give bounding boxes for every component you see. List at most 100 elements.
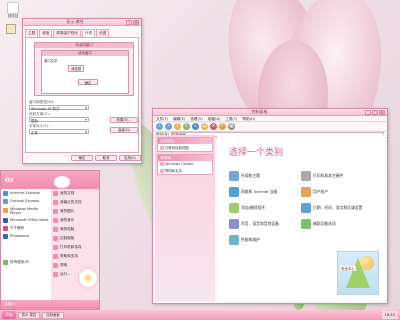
place-my-computer[interactable]: 我的电脑 <box>51 225 99 234</box>
display-properties-window: 显示 属性 ? × 主题 桌面 屏幕保护程序 外观 设置 非活动窗口 活动窗口 … <box>22 18 142 164</box>
ok-button[interactable]: 确定 <box>71 155 93 161</box>
program-ie[interactable]: Internet Explorer <box>1 189 51 197</box>
program-label: Windows Media Player <box>10 206 38 215</box>
window-title: 控制面板 <box>251 109 268 114</box>
printer-icon <box>53 245 58 250</box>
add-remove-icon <box>229 203 239 213</box>
color-scheme-select[interactable]: 银色 <box>29 117 89 123</box>
menu-favorites[interactable]: 收藏(A) <box>208 117 220 121</box>
place-label: 搜索 <box>60 263 68 267</box>
logoff-button[interactable]: 注销(L) <box>4 302 16 307</box>
place-label: 我的电脑 <box>60 227 75 231</box>
menu-file[interactable]: 文件(F) <box>156 117 168 121</box>
place-my-music[interactable]: 我的音乐 <box>51 216 99 225</box>
place-recent-documents[interactable]: 我最近的文档 <box>51 198 99 207</box>
menu-view[interactable]: 查看(V) <box>190 117 202 121</box>
quick-launch-icon[interactable] <box>6 24 16 34</box>
menu-help[interactable]: 帮助(H) <box>242 117 255 121</box>
refresh-icon[interactable]: ↻ <box>183 123 190 130</box>
undo-icon[interactable]: ↶ <box>219 123 226 130</box>
desktop-icon-recycle-bin[interactable]: 回收站 <box>4 2 22 19</box>
category-user-accounts[interactable]: 用户帐户 <box>301 187 383 197</box>
folders-icon[interactable]: ▤ <box>201 123 208 130</box>
delete-icon[interactable]: × <box>210 123 217 130</box>
task-pane: 控制面板 切换到经典视图 请参阅 Windows Update 帮助和支持 <box>155 135 215 301</box>
preview-ok-button: 确定 <box>78 79 98 85</box>
title-bar[interactable]: 显示 属性 ? × <box>23 19 141 26</box>
category-label: 网络和 Internet 连接 <box>241 189 278 194</box>
tab-appearance[interactable]: 外观 <box>81 29 96 37</box>
run-icon <box>53 272 58 277</box>
switch-classic-view-link[interactable]: 切换到经典视图 <box>158 144 212 151</box>
program-word[interactable]: Microsoft Office Word <box>1 216 51 224</box>
effects-button[interactable]: 效果(E)... <box>110 117 138 123</box>
place-printers[interactable]: 打印机和传真 <box>51 243 99 252</box>
back-icon[interactable]: ‹ <box>156 123 163 130</box>
network-icon <box>229 187 239 197</box>
place-label: 我的音乐 <box>60 218 75 222</box>
category-date-time[interactable]: 日期、时间、语言和区域设置 <box>301 203 389 213</box>
close-button[interactable]: × <box>379 109 385 115</box>
link-label: 切换到经典视图 <box>165 146 189 150</box>
page-title: 选择一个类别 <box>229 148 284 158</box>
place-control-panel[interactable]: 控制面板 <box>51 234 99 243</box>
message-box-sample: 消息框 <box>68 65 85 72</box>
place-my-pictures[interactable]: 我的图片 <box>51 207 99 216</box>
category-label: 外观和主题 <box>241 173 260 178</box>
tab-screensaver[interactable]: 屏幕保护程序 <box>53 29 81 37</box>
tab-settings[interactable]: 设置 <box>96 29 110 37</box>
folder-icon <box>53 191 58 196</box>
security-center-label[interactable]: 安全中心 <box>340 266 356 271</box>
close-button[interactable]: × <box>133 19 139 25</box>
up-folder-icon[interactable]: ↑ <box>174 123 181 130</box>
place-label: 我最近的文档 <box>60 200 82 204</box>
program-photoshop[interactable]: Photoshop <box>1 232 51 240</box>
recycle-bin-icon <box>7 2 19 14</box>
category-appearance[interactable]: 外观和主题 <box>229 171 311 181</box>
active-window-preview: 活动窗口 窗口文字 消息框 确定 <box>41 50 129 94</box>
all-programs[interactable]: 所有程序(P) <box>1 258 51 266</box>
cancel-button[interactable]: 取消 <box>95 155 117 161</box>
title-bar[interactable]: 控制面板 _ □ × <box>153 109 387 116</box>
player-icon <box>3 225 8 231</box>
program-ttplayer[interactable]: 千千静听 <box>1 224 51 232</box>
folder-icon <box>53 218 58 223</box>
category-sound[interactable]: 声音、语音和音频设备 <box>229 219 311 229</box>
advanced-button[interactable]: 高级(D) <box>110 127 138 133</box>
link-label: 帮助和支持 <box>165 169 182 173</box>
place-my-documents[interactable]: 我的文档 <box>51 189 99 198</box>
help-support-link[interactable]: 帮助和支持 <box>158 167 212 174</box>
place-label: 运行... <box>60 272 71 276</box>
apply-button[interactable]: 应用(A) <box>119 155 141 161</box>
pinned-programs: Internet Explorer Outlook Express Window… <box>1 189 51 300</box>
category-network[interactable]: 网络和 Internet 连接 <box>229 187 311 197</box>
maximize-button[interactable]: □ <box>372 109 378 115</box>
taskbar-button-control-panel[interactable]: 控制面板 <box>42 311 64 319</box>
menu-edit[interactable]: 编辑(E) <box>173 117 185 121</box>
help-button[interactable]: ? <box>126 19 132 25</box>
window-title: 显示 属性 <box>66 19 84 24</box>
hello-kitty-avatar <box>53 175 71 189</box>
tab-themes[interactable]: 主题 <box>25 29 39 37</box>
category-printers[interactable]: 打印机和其它硬件 <box>301 171 383 181</box>
search-icon[interactable]: ⌕ <box>192 123 199 130</box>
place-help[interactable]: 帮助和支持 <box>51 252 99 261</box>
clock: 18:43 <box>381 311 398 319</box>
minimize-button[interactable]: _ <box>365 109 371 115</box>
start-button[interactable]: 开始 <box>2 311 16 319</box>
window-style-select[interactable]: Windows XP 样式 <box>29 105 89 111</box>
category-performance[interactable]: 性能和维护 <box>229 235 311 245</box>
program-media-player[interactable]: Windows Media Player <box>1 205 51 216</box>
program-outlook[interactable]: Outlook Express <box>1 197 51 205</box>
font-size-select[interactable]: 正常 <box>29 129 89 135</box>
taskbar-button-display[interactable]: 显示 属性 <box>17 311 41 319</box>
category-add-remove[interactable]: 添加/删除程序 <box>229 203 311 213</box>
tab-desktop[interactable]: 桌面 <box>39 29 53 37</box>
menu-tools[interactable]: 工具(T) <box>225 117 237 121</box>
program-label: Internet Explorer <box>10 191 41 195</box>
category-accessibility[interactable]: 辅助功能选项 <box>301 219 383 229</box>
views-icon[interactable]: ▦ <box>228 123 235 130</box>
desktop-icon-label: 回收站 <box>7 14 19 18</box>
forward-icon[interactable]: › <box>165 123 172 130</box>
place-label: 帮助和支持 <box>60 254 78 258</box>
